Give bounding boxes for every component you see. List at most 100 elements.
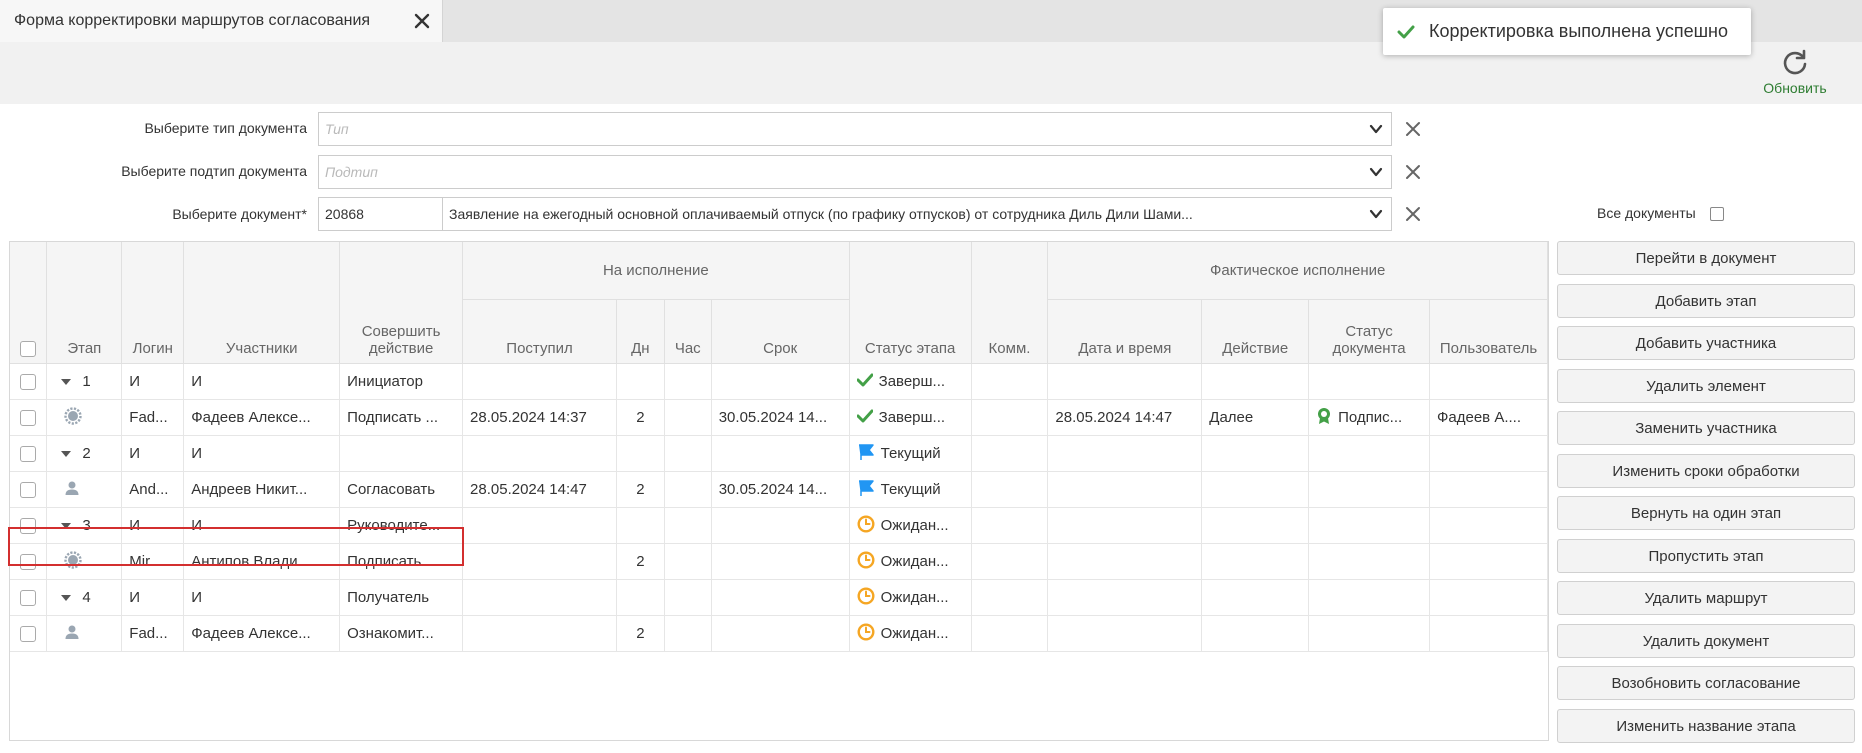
doc-subtype-select[interactable]: Подтип	[318, 155, 1392, 189]
caret-down-icon[interactable]	[60, 373, 72, 390]
stage-status-cell: Ожидан...	[849, 615, 972, 652]
hours-cell	[664, 471, 712, 508]
stage-cell[interactable]: 4	[46, 579, 123, 616]
participant-type-cell	[46, 399, 123, 436]
stage-number: 1	[82, 373, 91, 390]
row-checkbox[interactable]	[20, 410, 37, 427]
col-hours[interactable]: Час	[664, 299, 712, 364]
col-datetime[interactable]: Дата и время	[1047, 299, 1203, 364]
doc-number-input[interactable]: 20868	[318, 197, 443, 231]
col-days[interactable]: Дн	[616, 299, 665, 364]
caret-down-icon[interactable]	[60, 445, 72, 462]
delete-route-button[interactable]: Удалить маршрут	[1557, 581, 1855, 615]
stage-status-cell: Текущий	[849, 435, 972, 472]
all-documents-toggle[interactable]: Все документы	[1597, 205, 1724, 222]
select-all-header[interactable]	[10, 242, 48, 364]
all-documents-checkbox[interactable]	[1709, 207, 1724, 222]
stage-cell[interactable]: 1	[46, 363, 123, 400]
skip-stage-button[interactable]: Пропустить этап	[1557, 538, 1855, 573]
col-stage-status[interactable]: Статус этапа	[849, 242, 972, 364]
fact-action-cell: Далее	[1201, 399, 1310, 436]
action-cell: Подписать ...	[339, 543, 464, 580]
row-checkbox-cell[interactable]	[10, 363, 48, 400]
toast-message: Корректировка выполнена успешно	[1429, 21, 1728, 41]
return-one-stage-button[interactable]: Вернуть на один этап	[1557, 496, 1855, 530]
table-row[interactable]: Fad... Фадеев Алексе... Подписать ... 28.05…	[10, 399, 1548, 436]
stage-cell[interactable]: 2	[46, 435, 123, 472]
received-cell: 28.05.2024 14:37	[462, 399, 617, 436]
stage-status: Ожидан...	[880, 553, 949, 570]
col-deadline[interactable]: Срок	[711, 299, 850, 364]
received-cell	[462, 579, 617, 616]
doc-name-select[interactable]: Заявление на ежегодный основной оплачива…	[442, 197, 1392, 231]
col-participants[interactable]: Участники	[183, 242, 341, 364]
chevron-down-icon[interactable]	[1369, 165, 1383, 179]
row-checkbox-cell[interactable]	[10, 615, 48, 652]
change-deadlines-button[interactable]: Изменить сроки обработки	[1557, 453, 1855, 488]
clock-icon	[857, 622, 875, 645]
caret-down-icon[interactable]	[60, 517, 72, 534]
caret-down-icon[interactable]	[60, 589, 72, 606]
col-received[interactable]: Поступил	[462, 299, 617, 364]
datetime-cell	[1047, 471, 1203, 508]
refresh-button[interactable]: Обновить	[1750, 48, 1840, 102]
col-login[interactable]: Логин	[121, 242, 185, 364]
add-stage-button[interactable]: Добавить этап	[1557, 283, 1855, 318]
row-checkbox[interactable]	[20, 374, 37, 391]
close-icon[interactable]	[412, 11, 432, 31]
table-row[interactable]: 3 И И Руководите... Ожидан...	[10, 507, 1548, 544]
chevron-down-icon[interactable]	[1369, 122, 1383, 136]
chevron-down-icon[interactable]	[1369, 207, 1383, 221]
row-checkbox[interactable]	[20, 446, 37, 463]
col-comment[interactable]: Комм.	[971, 242, 1049, 364]
hours-cell	[664, 435, 712, 472]
participant-cell: Фадеев Алексе...	[183, 615, 341, 652]
fact-action-cell	[1201, 579, 1310, 616]
row-checkbox-cell[interactable]	[10, 471, 48, 508]
action-cell: Подписать ...	[339, 399, 464, 436]
row-checkbox[interactable]	[20, 482, 37, 499]
person-icon	[64, 480, 80, 500]
table-row[interactable]: Mir... Антипов Влади... Подписать ... 2 Ожид…	[10, 543, 1548, 580]
row-checkbox-cell[interactable]	[10, 579, 48, 616]
clear-doc-icon[interactable]	[1405, 206, 1421, 222]
table-row[interactable]: 4 И И Получатель Ожидан...	[10, 579, 1548, 616]
replace-participant-button[interactable]: Заменить участника	[1557, 411, 1855, 445]
row-checkbox[interactable]	[20, 518, 37, 535]
table-row[interactable]: 2 И И Текущий	[10, 435, 1548, 472]
col-fact-action[interactable]: Действие	[1201, 299, 1310, 364]
add-participant-button[interactable]: Добавить участника	[1557, 326, 1855, 360]
row-checkbox[interactable]	[20, 554, 37, 571]
clear-doc-type-icon[interactable]	[1405, 121, 1421, 137]
col-stage[interactable]: Этап	[46, 242, 123, 364]
row-checkbox-cell[interactable]	[10, 543, 48, 580]
resume-approval-button[interactable]: Возобновить согласование	[1557, 666, 1855, 700]
stage-status-cell: Заверш...	[849, 363, 972, 400]
table-row[interactable]: And... Андреев Никит... Согласовать 28.05.2…	[10, 471, 1548, 508]
group-actual-execution: Фактическое исполнение	[1047, 242, 1548, 300]
col-action[interactable]: Совершить действие	[339, 242, 464, 364]
tab-route-correction-form[interactable]: Форма корректировки маршрутов согласован…	[0, 0, 443, 42]
stage-cell[interactable]: 3	[46, 507, 123, 544]
doc-type-select[interactable]: Тип	[318, 112, 1392, 146]
clear-doc-subtype-icon[interactable]	[1405, 164, 1421, 180]
select-all-checkbox[interactable]	[20, 341, 37, 357]
col-doc-status[interactable]: Статус документа	[1308, 299, 1430, 364]
deadline-cell	[711, 579, 850, 616]
table-row[interactable]: Fad... Фадеев Алексе... Ознакомит... 2 Ожида…	[10, 615, 1548, 652]
go-to-document-button[interactable]: Перейти в документ	[1557, 241, 1855, 275]
row-checkbox[interactable]	[20, 626, 37, 643]
delete-element-button[interactable]: Удалить элемент	[1557, 368, 1855, 403]
col-user[interactable]: Пользователь	[1429, 299, 1548, 364]
row-checkbox-cell[interactable]	[10, 507, 48, 544]
table-row[interactable]: 1 И И Инициатор Заверш...	[10, 363, 1548, 400]
deadline-cell	[711, 363, 850, 400]
delete-document-button[interactable]: Удалить документ	[1557, 623, 1855, 658]
row-checkbox-cell[interactable]	[10, 399, 48, 436]
participant-type-cell	[46, 471, 123, 508]
row-checkbox-cell[interactable]	[10, 435, 48, 472]
user-cell	[1429, 615, 1548, 652]
rename-stage-button[interactable]: Изменить название этапа	[1557, 708, 1855, 743]
row-checkbox[interactable]	[20, 590, 37, 607]
stage-status-cell: Заверш...	[849, 399, 972, 436]
